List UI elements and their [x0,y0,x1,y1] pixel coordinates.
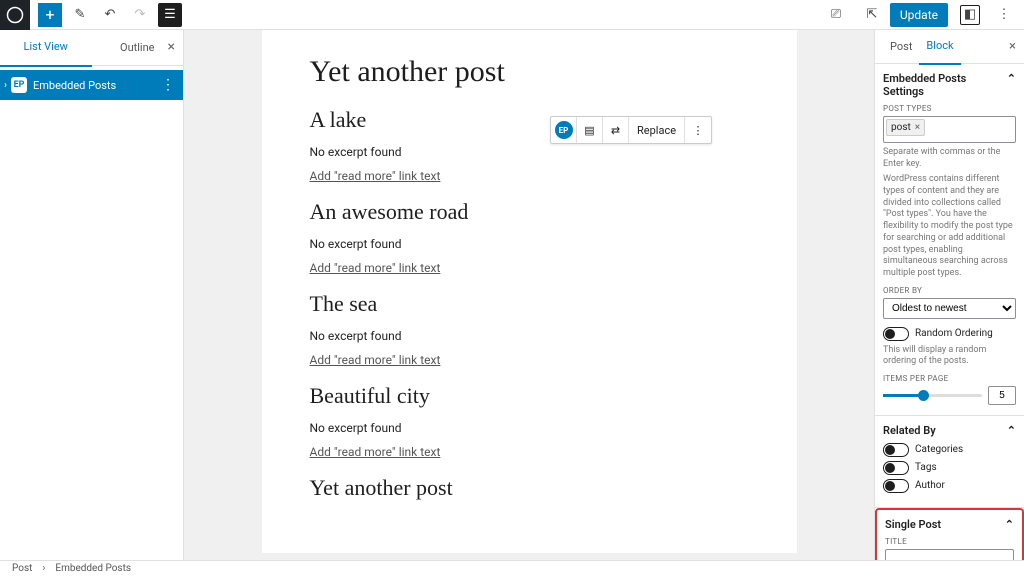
add-block-button[interactable]: + [38,3,62,27]
block-type-icon[interactable]: EP [551,117,577,143]
section-heading[interactable]: Related By [883,424,936,437]
categories-toggle[interactable] [883,443,909,457]
read-more-link[interactable]: Add "read more" link text [310,445,749,459]
toggle-label: Categories [915,444,963,455]
chevron-up-icon[interactable]: ⌃ [1007,424,1016,437]
field-label: POST TYPES [883,104,1016,113]
section-heading[interactable]: Single Post [885,518,941,531]
preview-external-icon[interactable]: ⇱ [860,3,884,27]
top-toolbar: + ✎ ↶ ↷ ☰ ⎚ ⇱ Update ◧ ⋮ [0,0,1024,30]
block-toolbar: EP ▤ ⇄ Replace ⋮ [550,116,712,144]
preview-desktop-icon[interactable]: ⎚ [824,3,848,27]
block-label: Embedded Posts [33,79,153,92]
field-label: ITEMS PER PAGE [883,374,1016,383]
chevron-right-icon: › [42,563,45,574]
update-button[interactable]: Update [890,3,948,27]
edit-icon[interactable]: ✎ [68,3,92,27]
remove-tag-icon[interactable]: × [915,122,920,133]
read-more-link[interactable]: Add "read more" link text [310,261,749,275]
post-title: An awesome road [310,199,749,225]
undo-icon[interactable]: ↶ [98,3,122,27]
align-icon[interactable]: ▤ [577,117,603,143]
chevron-up-icon[interactable]: ⌃ [1007,72,1016,98]
block-icon: EP [11,77,27,93]
field-label: TITLE [885,537,1014,546]
breadcrumb-item[interactable]: Post [12,563,32,574]
wp-logo[interactable] [0,0,30,30]
post-excerpt: No excerpt found [310,237,749,251]
read-more-link[interactable]: Add "read more" link text [310,169,749,183]
read-more-link[interactable]: Add "read more" link text [310,353,749,367]
post-excerpt: No excerpt found [310,421,749,435]
toggle-label: Tags [915,462,937,473]
page-title[interactable]: Yet another post [310,55,749,89]
help-text: This will display a random ordering of t… [883,345,1016,368]
more-options-icon[interactable]: ⋮ [992,3,1016,27]
help-text: Separate with commas or the Enter key. [883,147,1016,170]
post-title: Beautiful city [310,383,749,409]
items-slider[interactable] [883,394,982,397]
help-text: WordPress contains different types of co… [883,174,1016,279]
items-input[interactable] [988,386,1016,405]
post-excerpt: No excerpt found [310,145,749,159]
list-view-icon[interactable]: ☰ [158,3,182,27]
redo-icon[interactable]: ↷ [128,3,152,27]
close-icon[interactable]: × [1009,39,1016,54]
more-icon[interactable]: ⋮ [685,117,711,143]
tags-toggle[interactable] [883,461,909,475]
toggle-label: Author [915,480,945,491]
editor-canvas: Yet another post A lakeNo excerpt foundA… [184,30,874,560]
chevron-up-icon[interactable]: ⌃ [1005,518,1014,531]
tab-post[interactable]: Post [883,30,919,64]
tab-list-view[interactable]: List View [0,28,92,67]
close-icon[interactable]: × [168,40,175,54]
block-row-embedded-posts[interactable]: › EP Embedded Posts ⋮ [0,70,183,100]
breadcrumb: Post › Embedded Posts [0,560,1024,576]
breadcrumb-item[interactable]: Embedded Posts [55,563,131,574]
author-toggle[interactable] [883,479,909,493]
random-toggle[interactable] [883,327,909,341]
post-title: Yet another post [310,475,749,501]
post-excerpt: No excerpt found [310,329,749,343]
tab-block[interactable]: Block [919,30,960,65]
field-label: ORDER BY [883,286,1016,295]
order-by-select[interactable]: Oldest to newest [883,298,1016,319]
post-type-tag: post× [886,119,925,136]
post-title: The sea [310,291,749,317]
toggle-label: Random Ordering [915,328,993,339]
settings-icon[interactable]: ⇄ [603,117,629,143]
title-field[interactable] [885,549,1014,560]
post-types-input[interactable]: post× [883,116,1016,143]
section-heading[interactable]: Embedded Posts Settings [883,72,1007,98]
settings-sidebar: Post Block × Embedded Posts Settings⌃ PO… [874,30,1024,560]
settings-panel-icon[interactable]: ◧ [960,5,980,25]
more-icon[interactable]: ⋮ [153,77,183,93]
single-post-section: Single Post⌃ TITLE POST ID [875,508,1024,560]
chevron-right-icon: › [4,80,7,91]
replace-button[interactable]: Replace [629,117,685,143]
left-panel: List View Outline × › EP Embedded Posts … [0,30,184,560]
